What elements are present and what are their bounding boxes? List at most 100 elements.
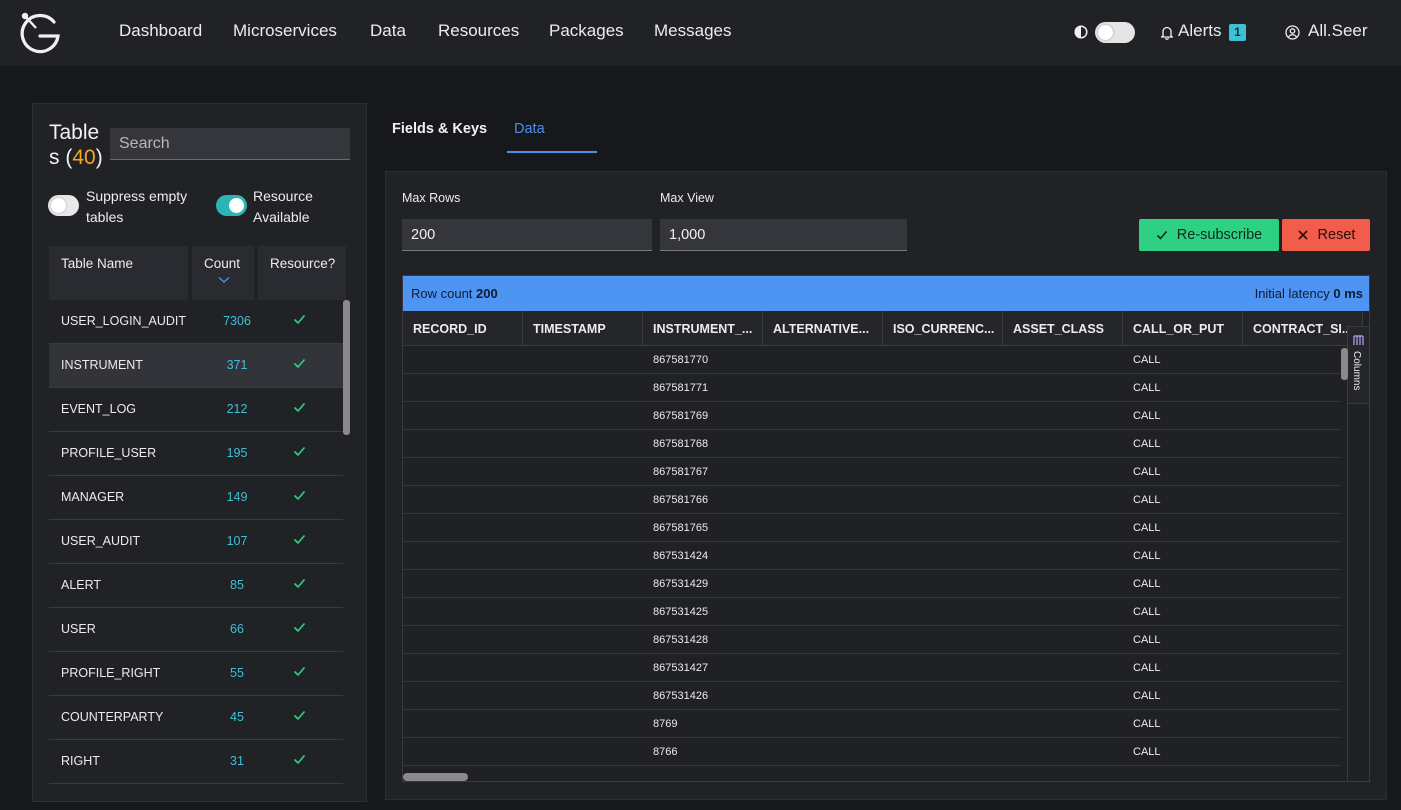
alerts-link[interactable]: Alerts [1178,21,1221,41]
grid-row[interactable]: 8766 CALL [403,738,1341,766]
grid-row[interactable]: 867531429 CALL [403,570,1341,598]
tab-fields-keys[interactable]: Fields & Keys [392,121,487,137]
max-rows-input[interactable] [402,219,652,251]
tables-title: Table s (40) [49,120,109,170]
call-or-put-cell: CALL [1133,438,1161,450]
table-name: COUNTERPARTY [61,710,164,724]
check-icon [293,490,306,501]
data-grid: Row count 200 Initial latency 0 ms RECOR… [402,275,1370,782]
grid-row[interactable]: 867531426 CALL [403,682,1341,710]
grid-column-header[interactable]: ASSET_CLASS [1003,311,1123,346]
grid-column-header[interactable]: CONTRACT_SI... [1243,311,1363,346]
table-row[interactable]: USER_LOGIN_AUDIT 7306 [49,300,343,344]
table-count: 66 [230,622,244,636]
grid-row[interactable]: 867581771 CALL [403,374,1341,402]
table-row[interactable]: RIGHT 31 [49,740,343,784]
user-menu[interactable]: All.Seer [1308,21,1368,41]
grid-column-header[interactable]: TIMESTAMP [523,311,643,346]
columns-panel-tab[interactable]: Columns [1347,326,1369,404]
nav-data[interactable]: Data [370,21,406,41]
grid-row[interactable]: 867531428 CALL [403,626,1341,654]
table-row[interactable]: EVENT_LOG 212 [49,388,343,432]
col-header-label: Table Name [61,256,134,271]
grid-row[interactable]: 867531424 CALL [403,542,1341,570]
toggle-knob [51,198,66,213]
grid-horizontal-scrollbar[interactable] [403,773,468,781]
instrument-cell: 867531427 [653,662,709,674]
table-row[interactable]: COUNTERPARTY 45 [49,696,343,740]
grid-row[interactable]: 867581765 CALL [403,514,1341,542]
row-count: Row count 200 [411,286,498,301]
grid-row[interactable]: 867531425 CALL [403,598,1341,626]
grid-row[interactable]: 867581770 CALL [403,346,1341,374]
nav-dashboard[interactable]: Dashboard [119,21,202,41]
table-row[interactable]: USER_AUDIT 107 [49,520,343,564]
toggle-knob [229,198,244,213]
tables-title-text-2: s ( [49,146,73,169]
instrument-cell: 867531428 [653,634,709,646]
tab-data[interactable]: Data [514,121,545,137]
resubscribe-button[interactable]: Re-subscribe [1139,219,1279,251]
reset-label: Reset [1317,227,1356,243]
table-name: USER_LOGIN_AUDIT [61,314,187,328]
latency-label: Initial latency [1254,286,1330,301]
nav-resources[interactable]: Resources [438,21,519,41]
contrast-icon [1074,25,1088,39]
grid-vertical-scrollbar[interactable] [1341,348,1348,380]
check-icon [1156,230,1167,240]
col-header-count[interactable]: Count [192,246,254,300]
call-or-put-cell: CALL [1133,466,1161,478]
call-or-put-cell: CALL [1133,662,1161,674]
table-count: 45 [230,710,244,724]
suppress-empty-toggle[interactable] [48,195,79,216]
resource-available-toggle[interactable] [216,195,247,216]
tables-title-close: ) [95,146,103,169]
tables-scrollbar[interactable] [343,300,350,435]
instrument-cell: 8766 [653,746,678,758]
reset-button[interactable]: Reset [1282,219,1370,251]
call-or-put-cell: CALL [1133,746,1161,758]
table-row[interactable]: MANAGER 149 [49,476,343,520]
table-row[interactable]: INSTRUMENT 371 [49,344,343,388]
grid-row[interactable]: 867581767 CALL [403,458,1341,486]
col-header-table-name[interactable]: Table Name [49,246,188,300]
search-input[interactable] [110,128,350,160]
nav-microservices[interactable]: Microservices [233,21,337,41]
grid-row[interactable]: 867581768 CALL [403,430,1341,458]
table-name: EVENT_LOG [61,402,137,416]
instrument-cell: 867581771 [653,382,709,394]
col-header-resource[interactable]: Resource? [258,246,346,300]
grid-row[interactable]: 867531427 CALL [403,654,1341,682]
table-row[interactable]: PROFILE_USER 195 [49,432,343,476]
check-icon [293,622,306,633]
table-count: 107 [226,534,248,548]
grid-column-header[interactable]: ISO_CURRENC... [883,311,1003,346]
grid-column-header[interactable]: ALTERNATIVE... [763,311,883,346]
grid-row[interactable]: 867581769 CALL [403,402,1341,430]
check-icon [293,710,306,721]
table-row[interactable]: USER 66 [49,608,343,652]
close-icon [1297,230,1308,240]
max-view-input[interactable] [660,219,907,251]
nav-packages[interactable]: Packages [549,21,624,41]
theme-toggle[interactable] [1095,22,1135,43]
latency-value: 0 ms [1333,286,1363,301]
grid-row[interactable]: 8769 CALL [403,710,1341,738]
table-row[interactable]: PROFILE_RIGHT 55 [49,652,343,696]
call-or-put-cell: CALL [1133,690,1161,702]
grid-column-header[interactable]: INSTRUMENT_... [643,311,763,346]
col-header-label: Resource? [270,256,336,271]
columns-tab-label: Columns [1351,351,1362,391]
tables-panel: Table s (40) Suppress empty tables Resou… [32,103,367,802]
grid-column-header[interactable]: RECORD_ID [403,311,523,346]
genesis-logo-icon[interactable] [16,8,64,56]
call-or-put-cell: CALL [1133,410,1161,422]
nav-messages[interactable]: Messages [654,21,731,41]
initial-latency: Initial latency 0 ms [1255,286,1363,301]
resource-available-label: Resource Available [253,188,313,225]
tables-title-text: Table [49,121,100,144]
check-icon [293,754,306,765]
grid-column-header[interactable]: CALL_OR_PUT [1123,311,1243,346]
table-row[interactable]: ALERT 85 [49,564,343,608]
grid-row[interactable]: 867581766 CALL [403,486,1341,514]
